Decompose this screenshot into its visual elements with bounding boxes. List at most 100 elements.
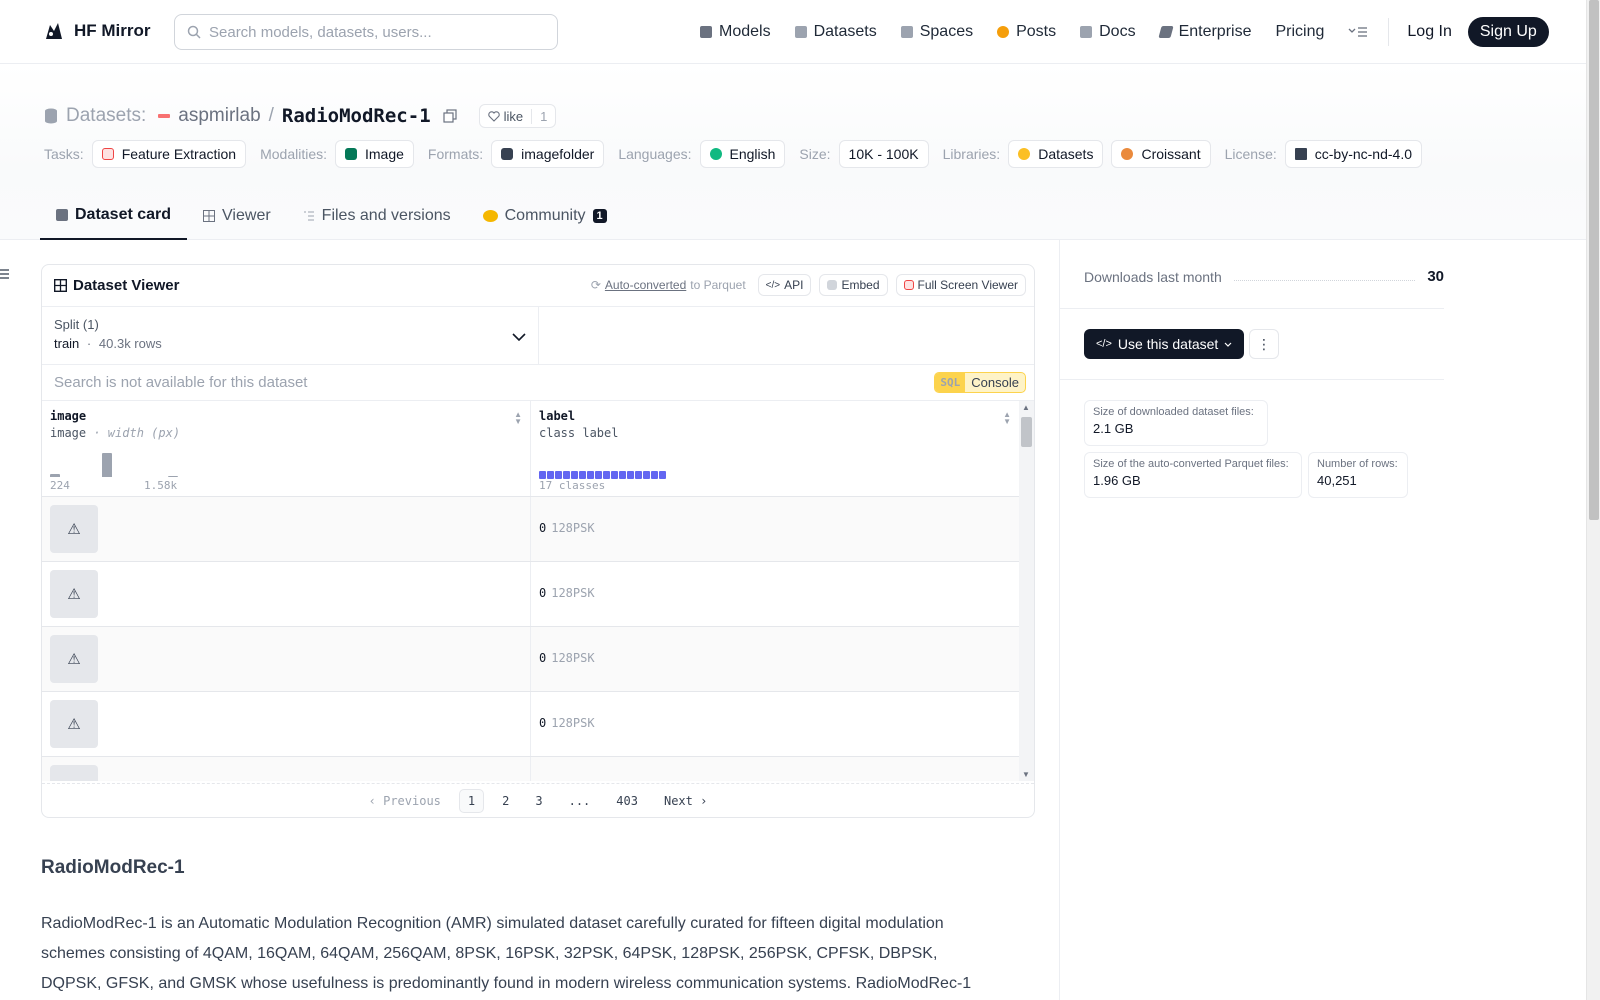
label-cell: 0 128PSK — [539, 716, 595, 730]
class-segment[interactable] — [643, 471, 650, 479]
nav-more-menu[interactable] — [1348, 25, 1368, 39]
broken-image-icon[interactable]: ⚠ — [50, 505, 98, 553]
class-segment[interactable] — [555, 471, 562, 479]
tag-format[interactable]: imagefolder — [491, 140, 605, 168]
login-link[interactable]: Log In — [1407, 23, 1451, 41]
sql-console-button[interactable]: SQL Console — [934, 372, 1026, 393]
table-scrollbar[interactable]: ▲ ▼ — [1019, 401, 1034, 781]
label-id: 0 — [539, 651, 547, 665]
scroll-down-icon[interactable]: ▼ — [1022, 770, 1030, 779]
class-segment[interactable] — [611, 471, 618, 479]
histogram-bar[interactable] — [50, 474, 60, 477]
search-input[interactable] — [209, 23, 529, 41]
nav-docs[interactable]: Docs — [1080, 23, 1136, 41]
table-icon — [203, 210, 216, 222]
broken-image-icon[interactable]: ⚠ — [50, 570, 98, 618]
tag-task[interactable]: Feature Extraction — [91, 140, 247, 168]
signup-button[interactable]: Sign Up — [1467, 17, 1549, 47]
column-header-label[interactable]: label class label ▲ ▼ 17 classes — [531, 401, 1020, 496]
class-segment[interactable] — [619, 471, 626, 479]
tag-size[interactable]: 10K - 100K — [838, 140, 929, 168]
page-1[interactable]: 1 — [458, 788, 485, 813]
use-dataset-button[interactable]: </> Use this dataset — [1084, 329, 1245, 359]
spaces-icon — [900, 26, 913, 38]
repo-name[interactable]: RadioModRec-1 — [282, 105, 431, 127]
class-segment[interactable] — [627, 471, 634, 479]
tag-license[interactable]: cc-by-nc-nd-4.0 — [1284, 140, 1423, 168]
broken-image-icon[interactable]: ⚠ — [50, 700, 98, 748]
global-search[interactable] — [174, 14, 558, 50]
tab-dataset-card[interactable]: Dataset card — [40, 192, 188, 240]
class-segment[interactable] — [659, 471, 666, 479]
tag-language[interactable]: English — [699, 140, 786, 168]
scroll-up-icon[interactable]: ▲ — [1022, 403, 1030, 412]
table-row[interactable]: ⚠ 0 128PSK — [42, 562, 1034, 627]
sort-icon[interactable]: ▲ ▼ — [1003, 411, 1011, 426]
fullscreen-button[interactable]: Full Screen Viewer — [895, 274, 1026, 296]
nav-models[interactable]: Models — [700, 23, 771, 41]
broken-image-icon[interactable]: ⚠ — [50, 635, 98, 683]
table-row[interactable] — [42, 757, 1034, 781]
tag-modality[interactable]: Image — [335, 140, 414, 168]
section-label[interactable]: Datasets: — [66, 105, 146, 127]
page-scroll-thumb[interactable] — [1589, 0, 1599, 520]
class-segment[interactable] — [547, 471, 554, 479]
embed-button[interactable]: Embed — [819, 274, 888, 296]
copy-icon[interactable] — [443, 109, 457, 123]
table-row[interactable]: ⚠ 0 128PSK — [42, 692, 1034, 757]
nav-posts[interactable]: Posts — [997, 23, 1056, 41]
label-name: 128PSK — [551, 586, 595, 600]
nav-spaces[interactable]: Spaces — [900, 23, 973, 41]
class-segment[interactable] — [539, 471, 546, 479]
prev-page-button[interactable]: ‹ Previous — [361, 790, 449, 812]
class-segment[interactable] — [603, 471, 610, 479]
page-2[interactable]: 2 — [494, 790, 517, 812]
nav-pricing[interactable]: Pricing — [1275, 23, 1324, 41]
brand-logo[interactable]: HF Mirror — [42, 19, 151, 43]
page-last[interactable]: 403 — [608, 790, 646, 812]
scroll-thumb[interactable] — [1021, 417, 1032, 447]
page-scrollbar[interactable] — [1586, 0, 1600, 1000]
class-segment[interactable] — [587, 471, 594, 479]
tab-community[interactable]: Community 1 — [467, 192, 623, 240]
api-button[interactable]: </> API — [757, 274, 812, 296]
like-button[interactable]: like 1 — [478, 104, 557, 128]
class-segment[interactable] — [635, 471, 642, 479]
modalities-label: Modalities: — [260, 146, 327, 162]
image-icon — [345, 148, 357, 160]
more-options-button[interactable]: ⋮ — [1249, 329, 1279, 359]
sort-icon[interactable]: ▲ ▼ — [514, 411, 522, 426]
tag-library-croissant[interactable]: Croissant — [1111, 140, 1211, 168]
next-page-button[interactable]: Next › — [656, 790, 715, 812]
column-header-image[interactable]: image image · width (px) ▲ ▼ 224 1.58k — [42, 401, 531, 496]
histogram-bar[interactable] — [102, 453, 112, 477]
column-type: image · width (px) — [50, 426, 522, 440]
nav-posts-label: Posts — [1016, 23, 1057, 40]
class-segment[interactable] — [651, 471, 658, 479]
nav-datasets[interactable]: Datasets — [794, 23, 877, 41]
page-3[interactable]: 3 — [527, 790, 550, 812]
top-navbar: HF Mirror Models Datasets Spaces Posts D… — [0, 0, 1586, 64]
class-segment[interactable] — [595, 471, 602, 479]
tab-viewer-label: Viewer — [222, 207, 271, 224]
tab-files[interactable]: Files and versions — [287, 192, 467, 240]
kebab-icon: ⋮ — [1257, 335, 1271, 352]
table-row[interactable]: ⚠ 0 128PSK — [42, 627, 1034, 692]
nav-enterprise[interactable]: Enterprise — [1157, 23, 1251, 41]
downloads-sparkline — [1233, 273, 1416, 281]
toc-toggle-icon[interactable] — [0, 268, 10, 280]
split-selector[interactable]: Split (1) train · 40.3k rows — [42, 307, 539, 364]
histogram-bar[interactable] — [168, 476, 178, 477]
auto-converted-link[interactable]: Auto-converted — [605, 278, 686, 292]
class-segment[interactable] — [571, 471, 578, 479]
stat-value: 1.96 GB — [1093, 473, 1141, 488]
table-row[interactable]: ⚠ 0 128PSK — [42, 497, 1034, 562]
sidebar-separator — [1060, 308, 1444, 309]
class-segment[interactable] — [579, 471, 586, 479]
owner-link[interactable]: aspmirlab — [178, 105, 260, 127]
broken-image-icon[interactable] — [50, 765, 98, 781]
tag-library-datasets[interactable]: Datasets — [1008, 140, 1104, 168]
tab-viewer[interactable]: Viewer — [187, 192, 287, 240]
readme-title: RadioModRec-1 — [41, 857, 185, 878]
class-segment[interactable] — [563, 471, 570, 479]
